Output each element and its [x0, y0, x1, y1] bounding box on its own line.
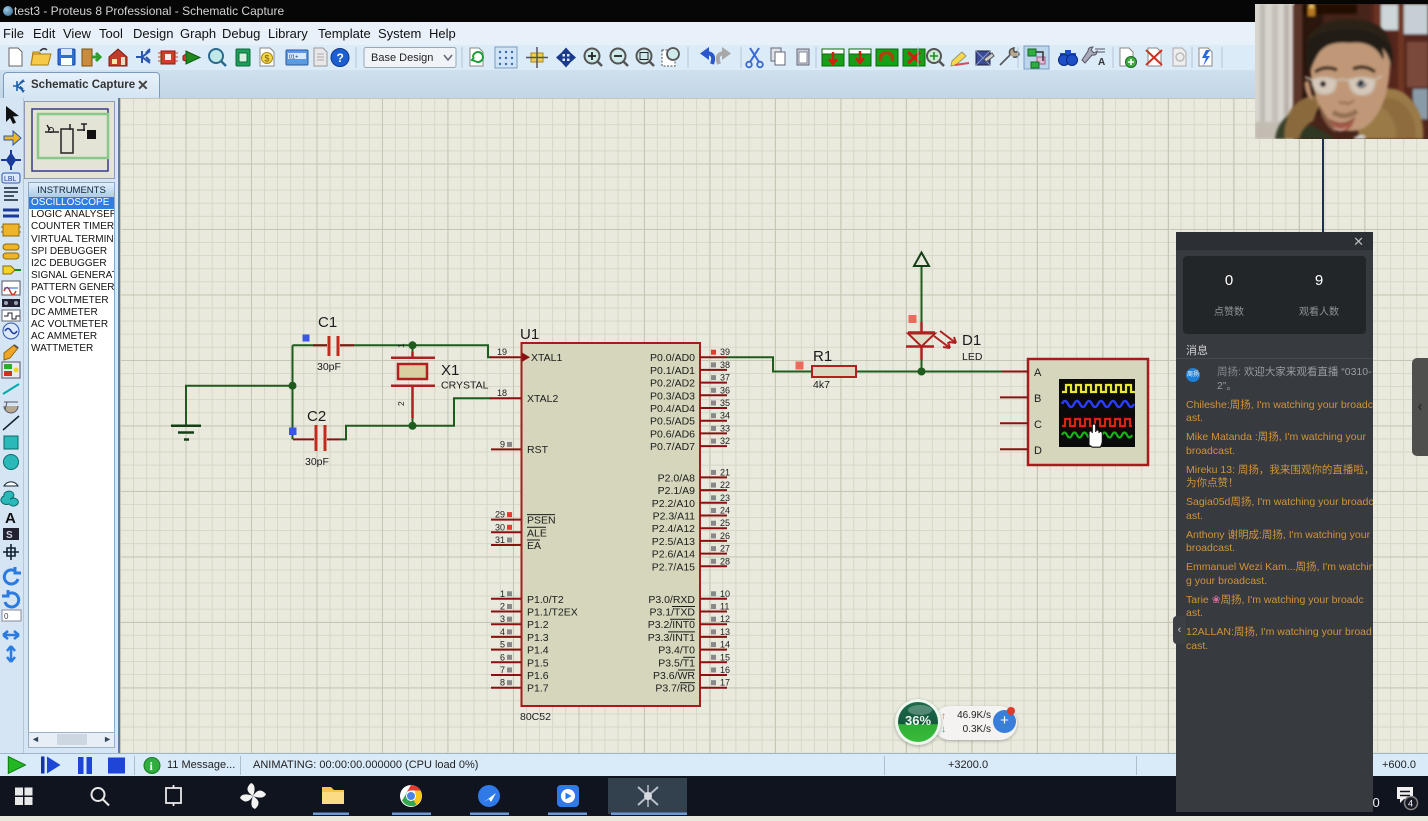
svg-text:$: $	[265, 54, 270, 64]
svg-text:S: S	[6, 530, 13, 541]
svg-text:01+: 01+	[289, 55, 298, 61]
svg-text:A: A	[5, 510, 16, 527]
svg-text:?: ?	[337, 51, 344, 65]
svg-text:0: 0	[1373, 795, 1380, 810]
svg-text:0: 0	[4, 612, 9, 621]
svg-text:A: A	[1098, 57, 1105, 68]
svg-text:LBL: LBL	[4, 176, 17, 183]
svg-text:4: 4	[1408, 799, 1413, 809]
svg-text:Base Design: Base Design	[371, 52, 433, 64]
